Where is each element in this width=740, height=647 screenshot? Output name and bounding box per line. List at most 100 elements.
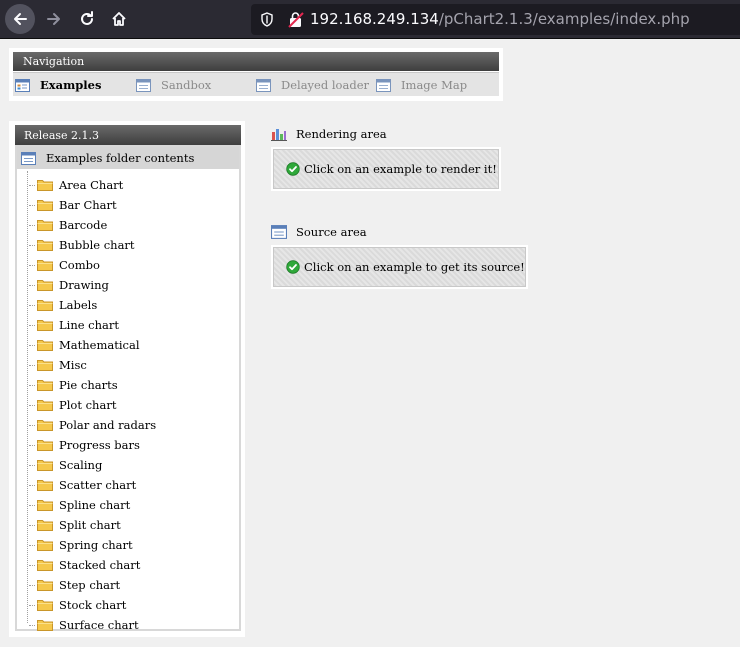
url-bar[interactable]: 192.168.249.134/pChart2.1.3/examples/ind… <box>251 4 740 35</box>
tab-examples[interactable]: Examples <box>15 73 101 97</box>
window-icon <box>136 78 151 92</box>
tree-folder-item[interactable]: Progress bars <box>29 435 140 455</box>
forward-arrow-icon <box>47 13 60 25</box>
tab-delayed-loader-label: Delayed loader <box>281 78 370 92</box>
tree-folder-label: Scatter chart <box>59 478 137 492</box>
tree-folder-item[interactable]: Combo <box>29 255 100 275</box>
tree-connector-dash <box>29 604 35 606</box>
tree-folder-label: Surface chart <box>59 618 139 632</box>
tree-folder-item[interactable]: Split chart <box>29 515 121 535</box>
folder-icon <box>37 500 53 511</box>
tree-folder-item[interactable]: Scatter chart <box>29 475 136 495</box>
url-text[interactable]: 192.168.249.134/pChart2.1.3/examples/ind… <box>310 10 690 28</box>
tree-connector-dash <box>29 464 35 466</box>
tree-connector-dash <box>29 444 35 446</box>
folder-icon <box>37 560 53 571</box>
folder-icon <box>37 240 53 251</box>
tree-folder-item[interactable]: Plot chart <box>29 395 116 415</box>
tree-folder-item[interactable]: Barcode <box>29 215 107 235</box>
tree-connector-dash <box>29 384 35 386</box>
tree-folder-item[interactable]: Bar Chart <box>29 195 117 215</box>
tree-folder-item[interactable]: Stacked chart <box>29 555 140 575</box>
tree-folder-item[interactable]: Misc <box>29 355 87 375</box>
tab-image-map[interactable]: Image Map <box>376 73 467 97</box>
home-button[interactable] <box>104 4 134 34</box>
tree-folder-item[interactable]: Labels <box>29 295 97 315</box>
tree-folder-item[interactable]: Surface chart <box>29 615 139 635</box>
tree-folder-item[interactable]: Mathematical <box>29 335 140 355</box>
tree-folder-label: Plot chart <box>59 398 117 412</box>
window-icon <box>376 78 391 92</box>
tree-folder-item[interactable]: Scaling <box>29 455 102 475</box>
tab-image-map-label: Image Map <box>401 78 468 92</box>
tree-folder-item[interactable]: Stock chart <box>29 595 126 615</box>
bar-chart-icon <box>271 129 287 141</box>
tab-delayed-loader[interactable]: Delayed loader <box>256 73 369 97</box>
tree-folder-label: Spline chart <box>59 498 131 512</box>
tree-folder-label: Mathematical <box>59 338 140 352</box>
tab-examples-label: Examples <box>40 78 102 92</box>
tree-connector-dash <box>29 484 35 486</box>
tree-folder-item[interactable]: Spring chart <box>29 535 133 555</box>
tree-folder-item[interactable]: Spline chart <box>29 495 130 515</box>
shield-icon[interactable] <box>260 12 274 27</box>
tree-root[interactable]: Examples folder contents <box>17 147 239 169</box>
tree-connector-dash <box>29 244 35 246</box>
tree-folder-label: Line chart <box>59 318 120 332</box>
back-arrow-icon <box>14 13 27 25</box>
folder-icon <box>37 620 53 631</box>
folder-icon <box>37 440 53 451</box>
folder-icon <box>37 380 53 391</box>
tree-folder-label: Combo <box>59 258 100 272</box>
tree-folder-item[interactable]: Drawing <box>29 275 109 295</box>
tree-connector-dash <box>29 424 35 426</box>
tree-root-label: Examples folder contents <box>46 151 195 165</box>
tree-folder-item[interactable]: Line chart <box>29 315 119 335</box>
rendering-area: Click on an example to render it! <box>271 147 501 191</box>
folder-icon <box>37 180 53 191</box>
source-area-title: Source area <box>271 225 367 239</box>
folder-icon <box>37 580 53 591</box>
tree-folder-label: Progress bars <box>59 438 140 452</box>
tree-folder-label: Polar and radars <box>59 418 157 432</box>
tree-connector-dash <box>29 404 35 406</box>
tree-folder-label: Labels <box>59 298 98 312</box>
source-area-message: Click on an example to get its source! <box>304 260 525 274</box>
source-area-label: Source area <box>296 225 367 239</box>
tree-folder-item[interactable]: Bubble chart <box>29 235 135 255</box>
folder-icon <box>37 200 53 211</box>
forward-button[interactable] <box>39 4 69 34</box>
source-area-content: Click on an example to get its source! <box>273 247 526 287</box>
release-title: Release 2.1.3 <box>15 125 241 145</box>
tree-connector-dash <box>29 564 35 566</box>
tree-connector-dash <box>29 344 35 346</box>
reload-button[interactable] <box>72 4 102 34</box>
tree-folder-label: Bubble chart <box>59 238 135 252</box>
tree-folder-item[interactable]: Area Chart <box>29 175 123 195</box>
folder-icon <box>37 320 53 331</box>
tab-sandbox[interactable]: Sandbox <box>136 73 211 97</box>
home-icon <box>112 12 126 26</box>
rendering-area-message: Click on an example to render it! <box>304 162 497 176</box>
tree-folder-item[interactable]: Polar and radars <box>29 415 156 435</box>
tree-folder-label: Split chart <box>59 518 121 532</box>
folder-tree: Examples folder contents Area Chart Bar C… <box>15 145 241 632</box>
tree-connector-dash <box>29 184 35 186</box>
insecure-lock-icon[interactable] <box>288 11 304 28</box>
reload-icon <box>81 11 93 25</box>
tree-connector-dash <box>29 204 35 206</box>
tree-connector-dash <box>29 524 35 526</box>
navigation-title: Navigation <box>13 52 499 71</box>
tree-folder-label: Drawing <box>59 278 109 292</box>
folder-icon <box>37 600 53 611</box>
tree-folder-label: Step chart <box>59 578 121 592</box>
tree-folder-item[interactable]: Step chart <box>29 575 120 595</box>
tree-connector-dash <box>29 264 35 266</box>
rendering-area-content: Click on an example to render it! <box>273 149 499 189</box>
back-button[interactable] <box>5 4 35 34</box>
folder-icon <box>37 420 53 431</box>
tree-folder-item[interactable]: Pie charts <box>29 375 118 395</box>
rendering-area-label: Rendering area <box>296 127 387 141</box>
tree-folder-label: Barcode <box>59 218 108 232</box>
folder-icon <box>37 300 53 311</box>
